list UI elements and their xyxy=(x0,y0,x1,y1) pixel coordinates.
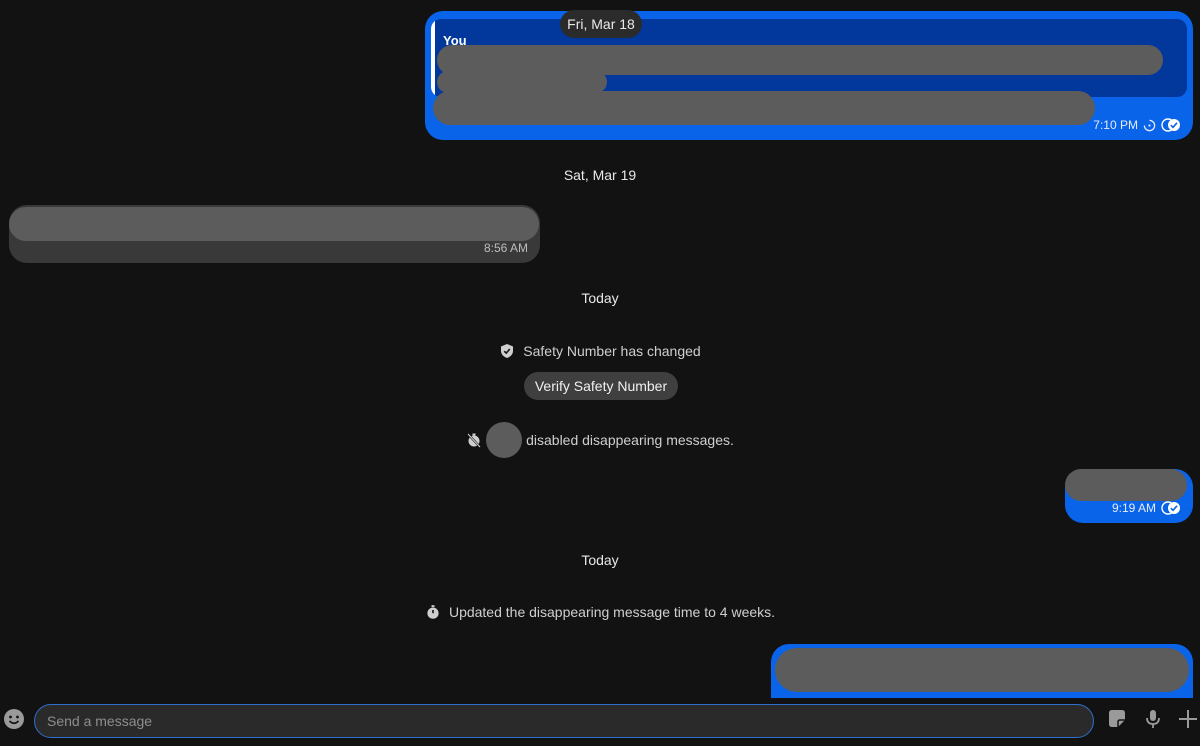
microphone-icon[interactable] xyxy=(1141,707,1167,733)
sticky-date-pill: Fri, Mar 18 xyxy=(560,10,642,38)
safety-number-notice: Safety Number has changed xyxy=(0,343,1200,359)
delivered-check-icon xyxy=(1161,118,1181,132)
timer-off-icon xyxy=(466,432,482,448)
disappearing-disabled-text: disabled disappearing messages. xyxy=(526,432,734,448)
incoming-message-bubble[interactable]: 8:56 AM xyxy=(9,205,540,263)
sending-spinner-icon xyxy=(1143,119,1156,132)
quote-indicator-bar xyxy=(431,19,435,97)
message-input[interactable] xyxy=(34,704,1094,738)
verify-safety-number-button[interactable]: Verify Safety Number xyxy=(524,372,678,400)
message-composer xyxy=(0,698,1200,746)
message-meta: 9:19 AM xyxy=(1112,501,1181,515)
quoted-message[interactable]: You xyxy=(431,19,1187,97)
redacted-message-text xyxy=(1065,469,1187,501)
safety-number-text: Safety Number has changed xyxy=(523,343,701,359)
redacted-message-text xyxy=(433,91,1095,125)
redacted-contact-avatar xyxy=(486,422,523,458)
message-time: 9:19 AM xyxy=(1111,501,1156,515)
outgoing-message-bubble[interactable]: You 7:10 PM xyxy=(425,11,1193,140)
emoji-icon[interactable] xyxy=(2,707,28,733)
message-meta: 7:10 PM xyxy=(1093,118,1181,132)
message-time: 8:56 AM xyxy=(483,241,528,255)
redacted-message-text xyxy=(9,207,539,241)
timer-icon xyxy=(425,604,441,620)
disappearing-disabled-notice: disabled disappearing messages. xyxy=(0,422,1200,458)
attach-plus-icon[interactable] xyxy=(1176,707,1200,733)
sticker-icon[interactable] xyxy=(1105,707,1131,733)
outgoing-message-bubble[interactable]: 9:19 AM xyxy=(1065,469,1193,523)
disappearing-timer-notice: Updated the disappearing message time to… xyxy=(0,604,1200,620)
message-time: 7:10 PM xyxy=(1093,118,1138,132)
disappearing-timer-text: Updated the disappearing message time to… xyxy=(448,604,776,620)
conversation-window: You 7:10 PM Fri, Mar 18 Sat, Mar 19 8:56… xyxy=(0,0,1200,746)
redacted-message-text xyxy=(775,648,1189,692)
shield-check-icon xyxy=(499,343,515,359)
message-meta: 8:56 AM xyxy=(484,241,528,255)
date-divider: Today xyxy=(581,552,619,568)
date-divider: Sat, Mar 19 xyxy=(563,167,637,183)
redacted-quote-text xyxy=(437,71,607,93)
delivered-check-icon xyxy=(1161,501,1181,515)
date-divider: Today xyxy=(581,290,619,306)
